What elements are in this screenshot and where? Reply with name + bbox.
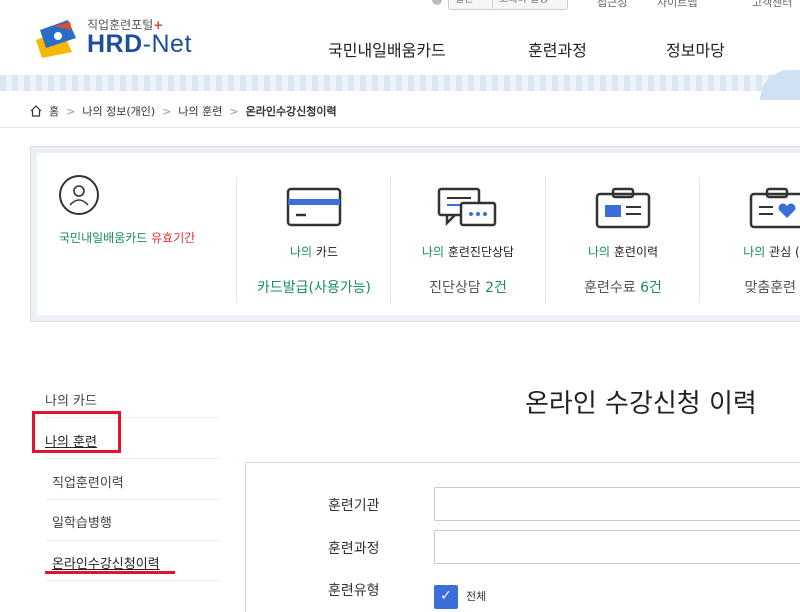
chevron-right-icon: >: [162, 104, 172, 118]
summary-training-history[interactable]: 나의 훈련이력 훈련수료 6건: [546, 153, 700, 323]
contrast-normal-toggle[interactable]: 일반: [448, 0, 494, 10]
lnb-sub-online-history[interactable]: 온라인수강신청이력: [52, 553, 160, 572]
form-label-course: 훈련과정: [328, 541, 380, 557]
highlight-underline: [45, 571, 175, 574]
logo-wordmark: HRD-Net: [87, 30, 192, 58]
top-link-support[interactable]: 고객센터: [752, 0, 792, 10]
home-icon[interactable]: [30, 105, 42, 117]
lnb-divider: [45, 499, 220, 500]
summary-value: 훈련수료 6건: [584, 280, 662, 296]
lnb-sub-work-study[interactable]: 일학습병행: [52, 512, 112, 531]
lnb-my-card[interactable]: 나의 카드: [45, 390, 97, 409]
header-decor-band: [0, 75, 800, 91]
card-icon: [286, 187, 342, 227]
summary-title: 나의 훈련이력: [587, 245, 659, 259]
breadcrumb-home[interactable]: 홈: [49, 103, 59, 119]
breadcrumb: 홈 > 나의 정보(개인) > 나의 훈련 > 온라인수강신청이력: [30, 103, 337, 119]
nav-naeil-card[interactable]: 국민내일배움카드: [328, 37, 446, 61]
my-summary-panel: 국민내일배움카드 유효기간 나의 카드 카드발급(사용가능) 나의 훈련진단상담…: [30, 146, 800, 322]
chat-icon: [437, 187, 497, 227]
institution-input[interactable]: [434, 487, 800, 521]
hrd-logo-icon: [36, 20, 76, 58]
card-validity-link[interactable]: 국민내일배움카드 유효기간: [59, 229, 195, 246]
lnb-divider: [45, 540, 220, 541]
form-label-institution: 훈련기관: [328, 498, 380, 514]
summary-my-card[interactable]: 나의 카드 카드발급(사용가능): [237, 153, 391, 323]
summary-interest[interactable]: 나의 관심 (훈 맞춤훈련 7: [700, 153, 800, 323]
contrast-high-toggle[interactable]: 고대비 설정: [492, 0, 568, 10]
id-card-icon: [595, 187, 651, 229]
summary-value: 진단상담 2건: [429, 280, 507, 296]
page-title: 온라인 수강신청 이력: [525, 389, 757, 419]
all-checkbox[interactable]: ✓: [434, 585, 458, 609]
breadcrumb-my-info[interactable]: 나의 정보(개인): [82, 103, 155, 119]
lnb-sub-training-history[interactable]: 직업훈련이력: [52, 472, 124, 491]
breadcrumb-my-training[interactable]: 나의 훈련: [178, 103, 222, 119]
summary-title: 나의 카드: [290, 245, 338, 259]
summary-title: 나의 훈련진단상담: [421, 245, 515, 259]
top-link-sitemap[interactable]: 사이트맵: [657, 0, 697, 10]
user-icon: [59, 175, 99, 215]
top-link-accessibility[interactable]: 접근성: [597, 0, 627, 10]
lnb-divider: [45, 580, 220, 581]
highlight-box: [32, 411, 121, 453]
summary-title: 나의 관심 (훈: [743, 245, 800, 259]
site-logo[interactable]: 직업훈련포털+ HRD-Net: [32, 14, 212, 62]
summary-value: 맞춤훈련 7: [744, 280, 800, 296]
top-utility-bar: 일반 고대비 설정 접근성 사이트맵 고객센터: [0, 0, 800, 12]
nav-info[interactable]: 정보마당: [666, 37, 725, 61]
toggle-dot-icon: [432, 0, 442, 5]
chevron-right-icon: >: [229, 104, 239, 118]
form-label-type: 훈련유형: [328, 583, 380, 599]
chevron-right-icon: >: [66, 104, 76, 118]
heart-card-icon: [749, 187, 800, 229]
course-input[interactable]: [434, 530, 800, 564]
lnb-divider: [45, 458, 220, 459]
summary-value: 카드발급(사용가능): [257, 280, 371, 296]
all-checkbox-label: 전체: [466, 590, 487, 603]
breadcrumb-divider: [0, 127, 800, 128]
my-summary-inner: 국민내일배움카드 유효기간 나의 카드 카드발급(사용가능) 나의 훈련진단상담…: [37, 153, 800, 315]
breadcrumb-current: 온라인수강신청이력: [245, 105, 337, 118]
summary-diagnosis-consult[interactable]: 나의 훈련진단상담 진단상담 2건: [391, 153, 545, 323]
nav-training-course[interactable]: 훈련과정: [528, 37, 587, 61]
